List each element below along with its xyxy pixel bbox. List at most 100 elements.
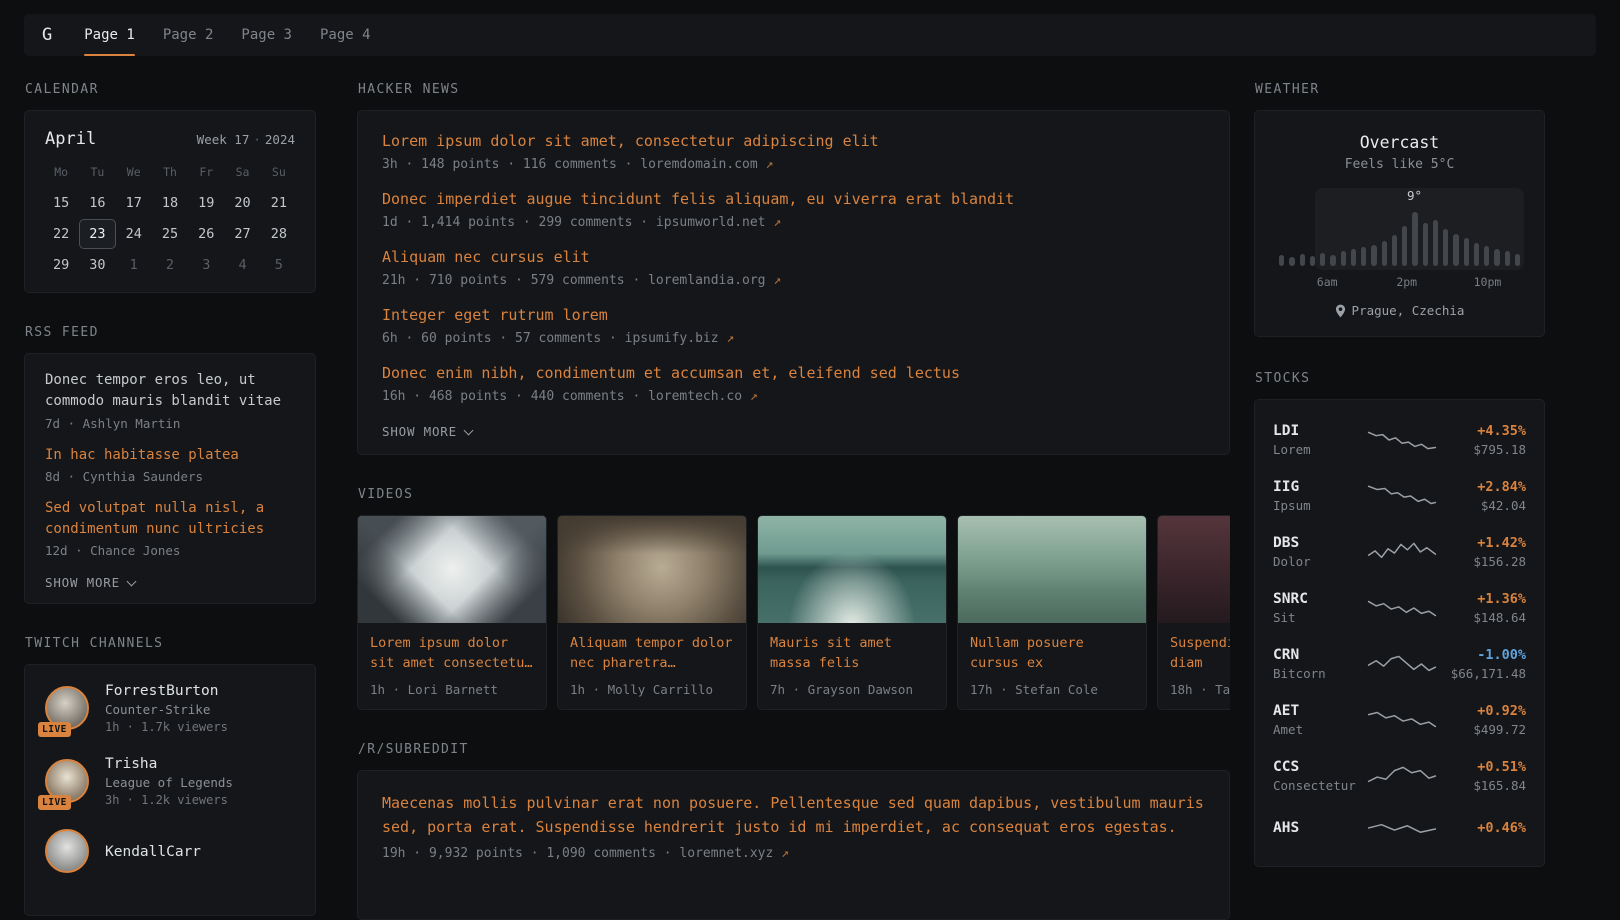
- channel-name: KendallCarr: [105, 844, 201, 860]
- video-meta: 7h · Grayson Dawson: [770, 682, 934, 697]
- twitch-channel[interactable]: KendallCarr: [45, 829, 295, 875]
- stock-name: Dolor: [1273, 554, 1365, 569]
- hn-story[interactable]: Aliquam nec cursus elit 21h · 710 points…: [382, 247, 1205, 288]
- channel-meta: 1h · 1.7k viewers: [105, 720, 228, 734]
- reddit-post[interactable]: Maecenas mollis pulvinar erat non posuer…: [382, 791, 1205, 861]
- topbar: G Page 1 Page 2 Page 3 Page 4: [24, 14, 1596, 56]
- hn-story[interactable]: Lorem ipsum dolor sit amet, consectetur …: [382, 131, 1205, 172]
- calendar-day[interactable]: 20: [224, 188, 260, 218]
- video-title: Lorem ipsum dolor sit amet consectetu…: [370, 633, 534, 674]
- video-body: Suspendisse diam 18h · Tara: [1158, 623, 1230, 709]
- calendar-day[interactable]: 15: [43, 188, 79, 218]
- video-card[interactable]: Suspendisse diam 18h · Tara: [1157, 515, 1230, 710]
- hackernews-section-title: HACKER NEWS: [358, 82, 1230, 97]
- rss-item[interactable]: In hac habitasse platea 8d · Cynthia Sau…: [45, 445, 295, 484]
- calendar-day[interactable]: 28: [261, 219, 297, 249]
- video-thumbnail[interactable]: [1158, 516, 1230, 623]
- calendar-day-header: Th: [152, 157, 188, 187]
- rss-item[interactable]: Sed volutpat nulla nisl, a condimentum n…: [45, 498, 295, 559]
- stock-row[interactable]: AHS +0.46%: [1273, 804, 1526, 854]
- weather-hour-bar: [1464, 238, 1469, 266]
- calendar-day[interactable]: 26: [188, 219, 224, 249]
- rss-item[interactable]: Donec tempor eros leo, ut commodo mauris…: [45, 370, 295, 431]
- hn-story-meta: 1d · 1,414 points · 299 comments · ipsum…: [382, 215, 1205, 230]
- calendar-day[interactable]: 24: [116, 219, 152, 249]
- tab-page-2[interactable]: Page 2: [163, 14, 214, 56]
- weather-hour-bar: [1474, 243, 1479, 266]
- stock-row[interactable]: LDI Lorem +4.35% $795.18: [1273, 412, 1526, 468]
- stock-row[interactable]: AET Amet +0.92% $499.72: [1273, 692, 1526, 748]
- weather-bars: [1279, 212, 1520, 266]
- video-meta: 18h · Tara: [1170, 682, 1230, 697]
- calendar-day[interactable]: 16: [79, 188, 115, 218]
- video-card[interactable]: Lorem ipsum dolor sit amet consectetu… 1…: [357, 515, 547, 710]
- stock-row[interactable]: SNRC Sit +1.36% $148.64: [1273, 580, 1526, 636]
- video-thumbnail[interactable]: [358, 516, 546, 623]
- video-card[interactable]: Nullam posuere cursus ex 17h · Stefan Co…: [957, 515, 1147, 710]
- video-thumbnail[interactable]: [758, 516, 946, 623]
- stock-price: $66,171.48: [1439, 666, 1526, 681]
- hn-story[interactable]: Donec imperdiet augue tincidunt felis al…: [382, 189, 1205, 230]
- external-link-icon[interactable]: ↗: [773, 215, 781, 230]
- hn-story-title[interactable]: Integer eget rutrum lorem: [382, 305, 1205, 326]
- calendar-month: April: [45, 129, 96, 149]
- calendar-day[interactable]: 18: [152, 188, 188, 218]
- stock-row[interactable]: CRN Bitcorn -1.00% $66,171.48: [1273, 636, 1526, 692]
- hn-story-title[interactable]: Donec enim nibh, condimentum et accumsan…: [382, 363, 1205, 384]
- external-link-icon[interactable]: ↗: [766, 157, 774, 172]
- twitch-channel[interactable]: LIVE ForrestBurton Counter-Strike 1h · 1…: [45, 683, 295, 734]
- rss-item-meta: 8d · Cynthia Saunders: [45, 469, 295, 484]
- calendar-day[interactable]: 17: [116, 188, 152, 218]
- external-link-icon[interactable]: ↗: [726, 331, 734, 346]
- calendar-day[interactable]: 21: [261, 188, 297, 218]
- hn-story-title[interactable]: Donec imperdiet augue tincidunt felis al…: [382, 189, 1205, 210]
- calendar-day[interactable]: 23: [79, 219, 115, 249]
- calendar-day[interactable]: 30: [79, 250, 115, 280]
- calendar-day[interactable]: 19: [188, 188, 224, 218]
- tab-page-3[interactable]: Page 3: [241, 14, 292, 56]
- calendar-day[interactable]: 22: [43, 219, 79, 249]
- stock-row[interactable]: IIG Ipsum +2.84% $42.04: [1273, 468, 1526, 524]
- twitch-channel[interactable]: LIVE Trisha League of Legends 3h · 1.2k …: [45, 756, 295, 807]
- hn-show-more-button[interactable]: SHOW MORE: [382, 424, 472, 439]
- hn-story-title[interactable]: Lorem ipsum dolor sit amet, consectetur …: [382, 131, 1205, 152]
- tab-page-1[interactable]: Page 1: [84, 14, 135, 56]
- calendar-day[interactable]: 3: [188, 250, 224, 280]
- tab-page-4[interactable]: Page 4: [320, 14, 371, 56]
- hn-story-title[interactable]: Aliquam nec cursus elit: [382, 247, 1205, 268]
- reddit-post-title[interactable]: Maecenas mollis pulvinar erat non posuer…: [382, 791, 1205, 839]
- video-thumbnail[interactable]: [958, 516, 1146, 623]
- reddit-post-meta: 19h · 9,932 points · 1,090 comments · lo…: [382, 846, 1205, 861]
- hn-story[interactable]: Donec enim nibh, condimentum et accumsan…: [382, 363, 1205, 404]
- calendar-week: Week 17: [197, 132, 250, 147]
- calendar-day[interactable]: 27: [224, 219, 260, 249]
- external-link-icon[interactable]: ↗: [750, 389, 758, 404]
- video-meta: 1h · Lori Barnett: [370, 682, 534, 697]
- hn-story-meta: 21h · 710 points · 579 comments · loreml…: [382, 273, 1205, 288]
- stock-price: $499.72: [1439, 722, 1526, 737]
- video-card[interactable]: Mauris sit amet massa felis 7h · Grayson…: [757, 515, 947, 710]
- chevron-down-icon: [463, 425, 473, 435]
- channel-name: Trisha: [105, 756, 233, 772]
- external-link-icon[interactable]: ↗: [781, 846, 789, 861]
- calendar-day[interactable]: 5: [261, 250, 297, 280]
- twitch-widget: LIVE ForrestBurton Counter-Strike 1h · 1…: [24, 664, 316, 916]
- video-card[interactable]: Aliquam tempor dolor nec pharetra… 1h · …: [557, 515, 747, 710]
- video-thumbnail[interactable]: [558, 516, 746, 623]
- calendar-day[interactable]: 25: [152, 219, 188, 249]
- calendar-day[interactable]: 4: [224, 250, 260, 280]
- stock-row[interactable]: DBS Dolor +1.42% $156.28: [1273, 524, 1526, 580]
- hn-meta-text: 3h · 148 points · 116 comments · loremdo…: [382, 157, 758, 172]
- calendar-day[interactable]: 2: [152, 250, 188, 280]
- calendar-section-title: CALENDAR: [25, 82, 316, 97]
- stock-row[interactable]: CCS Consectetur +0.51% $165.84: [1273, 748, 1526, 804]
- calendar-day-header: Tu: [79, 157, 115, 187]
- weather-hour-bar: [1371, 245, 1376, 266]
- external-link-icon[interactable]: ↗: [773, 273, 781, 288]
- hn-story[interactable]: Integer eget rutrum lorem 6h · 60 points…: [382, 305, 1205, 346]
- rss-show-more-button[interactable]: SHOW MORE: [45, 575, 135, 590]
- stock-name: Lorem: [1273, 442, 1365, 457]
- calendar-day[interactable]: 29: [43, 250, 79, 280]
- calendar-day[interactable]: 1: [116, 250, 152, 280]
- calendar-day-header: Sa: [224, 157, 260, 187]
